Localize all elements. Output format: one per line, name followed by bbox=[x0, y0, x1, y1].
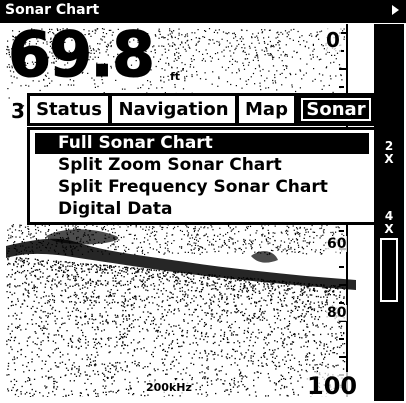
scale-bottom-label: 100 bbox=[306, 372, 359, 400]
menu-item-full-sonar-chart[interactable]: Full Sonar Chart bbox=[35, 133, 369, 154]
frequency-label: 200kHz bbox=[146, 381, 192, 394]
scale-60-label: 60 bbox=[326, 236, 348, 252]
zoom-4x-label: 4 X bbox=[384, 209, 394, 236]
menu-arrow-icon[interactable] bbox=[392, 5, 399, 15]
tab-navigation[interactable]: Navigation bbox=[112, 96, 235, 123]
depth-unit: ft bbox=[170, 70, 181, 83]
scale-80-label: 80 bbox=[326, 305, 348, 321]
tab-sonar-label: Sonar bbox=[301, 98, 371, 121]
depth-readout: 69.8 bbox=[8, 18, 156, 91]
menu-tabs: Status Navigation Map Sonar bbox=[27, 93, 377, 126]
window-title: Sonar Chart bbox=[5, 2, 100, 18]
tab-sonar[interactable]: Sonar bbox=[298, 96, 374, 123]
menu-item-split-frequency[interactable]: Split Frequency Sonar Chart bbox=[35, 177, 369, 198]
menu-item-split-zoom[interactable]: Split Zoom Sonar Chart bbox=[35, 155, 369, 176]
sonar-screen: Sonar Chart 69.8 ft 3 0 60 80 100 200kHz… bbox=[0, 0, 406, 403]
zoom-2x-label: 2 X bbox=[384, 139, 394, 166]
sonar-dropdown-menu: Full Sonar Chart Split Zoom Sonar Chart … bbox=[27, 127, 377, 225]
tab-map[interactable]: Map bbox=[239, 96, 294, 123]
tab-status[interactable]: Status bbox=[30, 96, 108, 123]
menu-item-digital-data[interactable]: Digital Data bbox=[35, 199, 369, 220]
partial-readout-digit: 3 bbox=[11, 99, 25, 123]
zoom-window-indicator[interactable] bbox=[380, 238, 398, 302]
scale-top-label: 0 bbox=[325, 28, 341, 52]
